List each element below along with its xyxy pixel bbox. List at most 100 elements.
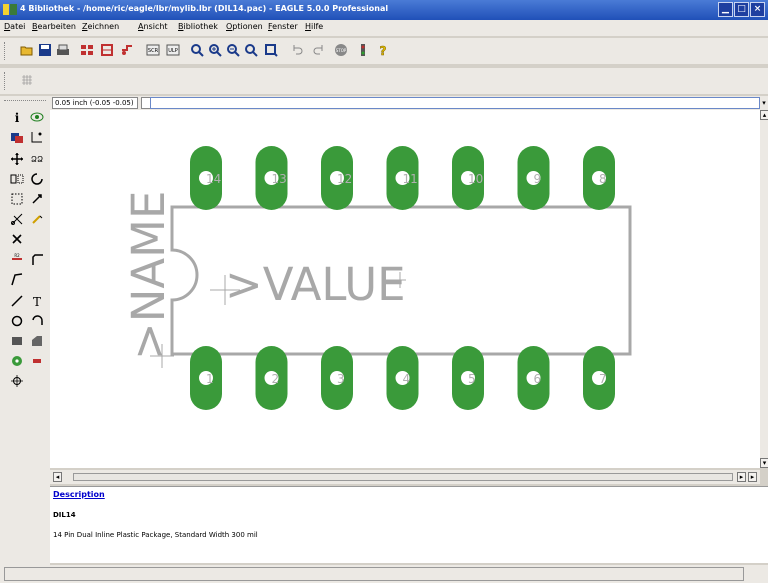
palette-grip[interactable] (4, 100, 46, 103)
maximize-button[interactable]: □ (734, 2, 749, 17)
pin-number: 6 (534, 372, 542, 386)
pin-number: 2 (272, 372, 280, 386)
name-icon[interactable]: R2 (10, 252, 24, 266)
copy-icon[interactable]: ՁՁ (30, 152, 44, 166)
layer-toolbar (0, 68, 768, 94)
smd-icon[interactable] (30, 354, 44, 368)
name-label: >NAME (122, 191, 175, 360)
zoom-select-icon[interactable] (264, 43, 278, 57)
move-icon[interactable] (10, 152, 24, 166)
print-icon[interactable] (56, 43, 70, 57)
go-icon[interactable] (356, 43, 370, 57)
minimize-button[interactable]: ▁ (718, 2, 733, 17)
toolbar-grip[interactable] (4, 42, 7, 60)
package-description: 14 Pin Dual Inline Plastic Package, Stan… (53, 531, 258, 539)
undo-icon[interactable] (290, 43, 304, 57)
ulp-icon[interactable]: ULP (166, 43, 180, 57)
coordinate-display: 0.05 inch (-0.05 -0.05) (52, 97, 138, 109)
pin-number: 8 (599, 172, 607, 186)
group-icon[interactable] (10, 192, 24, 206)
menu-optionen[interactable]: Optionen (226, 22, 263, 31)
arc-icon[interactable] (30, 314, 44, 328)
value-label: >VALUE (225, 258, 406, 311)
pin-number: 13 (272, 172, 287, 186)
save-icon[interactable] (38, 43, 52, 57)
stop-icon[interactable]: STOP (334, 43, 348, 57)
grid-icon[interactable] (20, 73, 34, 87)
pin-number: 3 (337, 372, 345, 386)
pin-number: 10 (468, 172, 483, 186)
delete-icon[interactable] (10, 232, 24, 246)
rotate-icon[interactable] (30, 172, 44, 186)
board-icon[interactable] (100, 43, 114, 57)
script-icon[interactable]: SCR (146, 43, 160, 57)
cam-icon[interactable] (80, 43, 94, 57)
pin-number: 4 (403, 372, 411, 386)
help-icon[interactable]: ? (376, 43, 390, 57)
close-button[interactable]: × (750, 2, 765, 17)
pin-number: 9 (534, 172, 542, 186)
polygon-icon[interactable] (30, 334, 44, 348)
display-icon[interactable] (10, 130, 24, 144)
zoom-redraw-icon[interactable] (244, 43, 258, 57)
menu-hilfe[interactable]: Hilfe (305, 22, 323, 31)
vertical-scrollbar[interactable]: ▴ ▾ (760, 110, 768, 468)
pin-number: 12 (337, 172, 352, 186)
wire-icon[interactable] (10, 294, 24, 308)
scroll-up-icon[interactable]: ▴ (760, 110, 768, 120)
zoom-fit-icon[interactable] (190, 43, 204, 57)
command-input[interactable] (150, 97, 760, 109)
status-bar (0, 565, 768, 583)
rect-icon[interactable] (10, 334, 24, 348)
open-icon[interactable] (20, 43, 34, 57)
scroll-right-icon[interactable]: ▸ (737, 472, 746, 482)
mirror-icon[interactable] (10, 172, 24, 186)
show-icon[interactable] (30, 110, 44, 124)
change-icon[interactable] (30, 192, 44, 206)
scroll-left-icon[interactable]: ◂ (53, 472, 62, 482)
command-dropdown-icon[interactable]: ▾ (760, 97, 768, 109)
tool-palette: i ՁՁ R2 T (0, 96, 50, 566)
pin-number: 11 (403, 172, 418, 186)
hole-icon[interactable] (10, 374, 24, 388)
zoom-out-icon[interactable] (226, 43, 240, 57)
circle-icon[interactable] (10, 314, 24, 328)
pin-number: 7 (599, 372, 607, 386)
menu-fenster[interactable]: Fenster (268, 22, 298, 31)
scroll-track[interactable] (73, 473, 733, 481)
svg-text:SCR: SCR (148, 48, 159, 54)
drc-icon[interactable] (120, 43, 134, 57)
pin-number: 5 (468, 372, 476, 386)
menu-zeichnen[interactable]: Zeichnen (82, 22, 119, 31)
zoom-in-icon[interactable] (208, 43, 222, 57)
svg-text:STOP: STOP (336, 48, 347, 53)
split-icon[interactable] (10, 272, 24, 286)
window-title: 4 Bibliothek - /home/ric/eagle/lbr/mylib… (20, 4, 389, 13)
title-bar: 4 Bibliothek - /home/ric/eagle/lbr/mylib… (0, 0, 768, 20)
scroll-right-end-icon[interactable]: ▸ (748, 472, 757, 482)
svg-text:ՁՁ: ՁՁ (31, 155, 43, 164)
mark-icon[interactable] (30, 130, 44, 144)
miter-icon[interactable] (30, 252, 44, 266)
text-icon[interactable]: T (30, 294, 44, 308)
drawing-canvas[interactable]: 14 13 12 11 10 9 8 1234567 >VALUE >NAME (50, 110, 760, 468)
menu-bearbeiten[interactable]: Bearbeiten (32, 22, 76, 31)
menu-datei[interactable]: Datei (4, 22, 25, 31)
main-toolbar: SCR ULP STOP ? (0, 38, 768, 64)
status-text (4, 567, 744, 581)
toolbar-grip[interactable] (4, 72, 7, 90)
menu-bar: Datei Bearbeiten Zeichnen Ansicht Biblio… (0, 20, 768, 36)
redo-icon[interactable] (312, 43, 326, 57)
paste-icon[interactable] (30, 212, 44, 226)
description-link[interactable]: Description (53, 490, 105, 499)
package-drawing: 14 13 12 11 10 9 8 1234567 >VALUE >NAME (122, 146, 632, 410)
pad-icon[interactable] (10, 354, 24, 368)
cut-icon[interactable] (10, 212, 24, 226)
horizontal-scrollbar[interactable]: ◂ ▸ ▸ (50, 470, 760, 484)
menu-bibliothek[interactable]: Bibliothek (178, 22, 218, 31)
pin-number: 1 (206, 372, 214, 386)
menu-ansicht[interactable]: Ansicht (138, 22, 168, 31)
scroll-down-icon[interactable]: ▾ (760, 458, 768, 468)
info-icon[interactable]: i (10, 110, 24, 124)
command-row: 0.05 inch (-0.05 -0.05) ▾ (50, 96, 768, 110)
